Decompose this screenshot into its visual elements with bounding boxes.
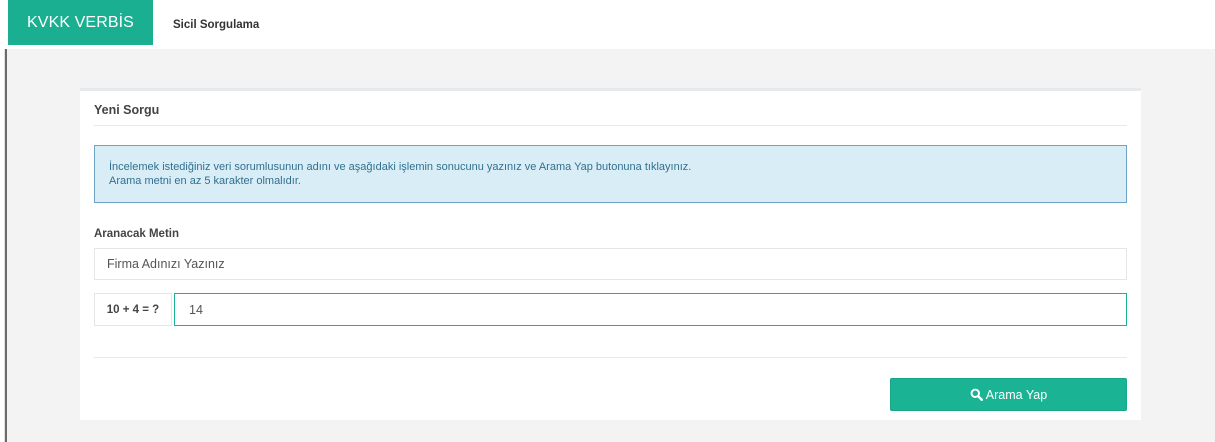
search-icon xyxy=(970,388,983,401)
search-text-label: Aranacak Metin xyxy=(94,228,180,240)
search-button[interactable]: Arama Yap xyxy=(890,378,1127,411)
captcha-answer-input[interactable] xyxy=(174,293,1127,326)
info-line-instructions: İncelemek istediğiniz veri sorumlusunun … xyxy=(109,161,692,173)
form-divider xyxy=(94,357,1127,358)
panel-title-divider xyxy=(94,125,1127,126)
brand-logo[interactable]: KVKK VERBİS xyxy=(8,0,153,45)
top-navbar: KVKK VERBİS Sicil Sorgulama xyxy=(0,0,1215,49)
panel-title: Yeni Sorgu xyxy=(94,103,160,117)
left-edge-border xyxy=(5,49,7,442)
search-input[interactable] xyxy=(94,248,1127,280)
captcha-question: 10 + 4 = ? xyxy=(94,293,172,326)
search-button-label: Arama Yap xyxy=(985,387,1048,402)
query-panel: Yeni Sorgu İncelemek istediğiniz veri so… xyxy=(80,88,1141,420)
nav-link-sicil-sorgulama[interactable]: Sicil Sorgulama xyxy=(173,0,259,49)
info-line-min-length: Arama metni en az 5 karakter olmalıdır. xyxy=(109,175,301,187)
info-alert: İncelemek istediğiniz veri sorumlusunun … xyxy=(94,145,1127,203)
